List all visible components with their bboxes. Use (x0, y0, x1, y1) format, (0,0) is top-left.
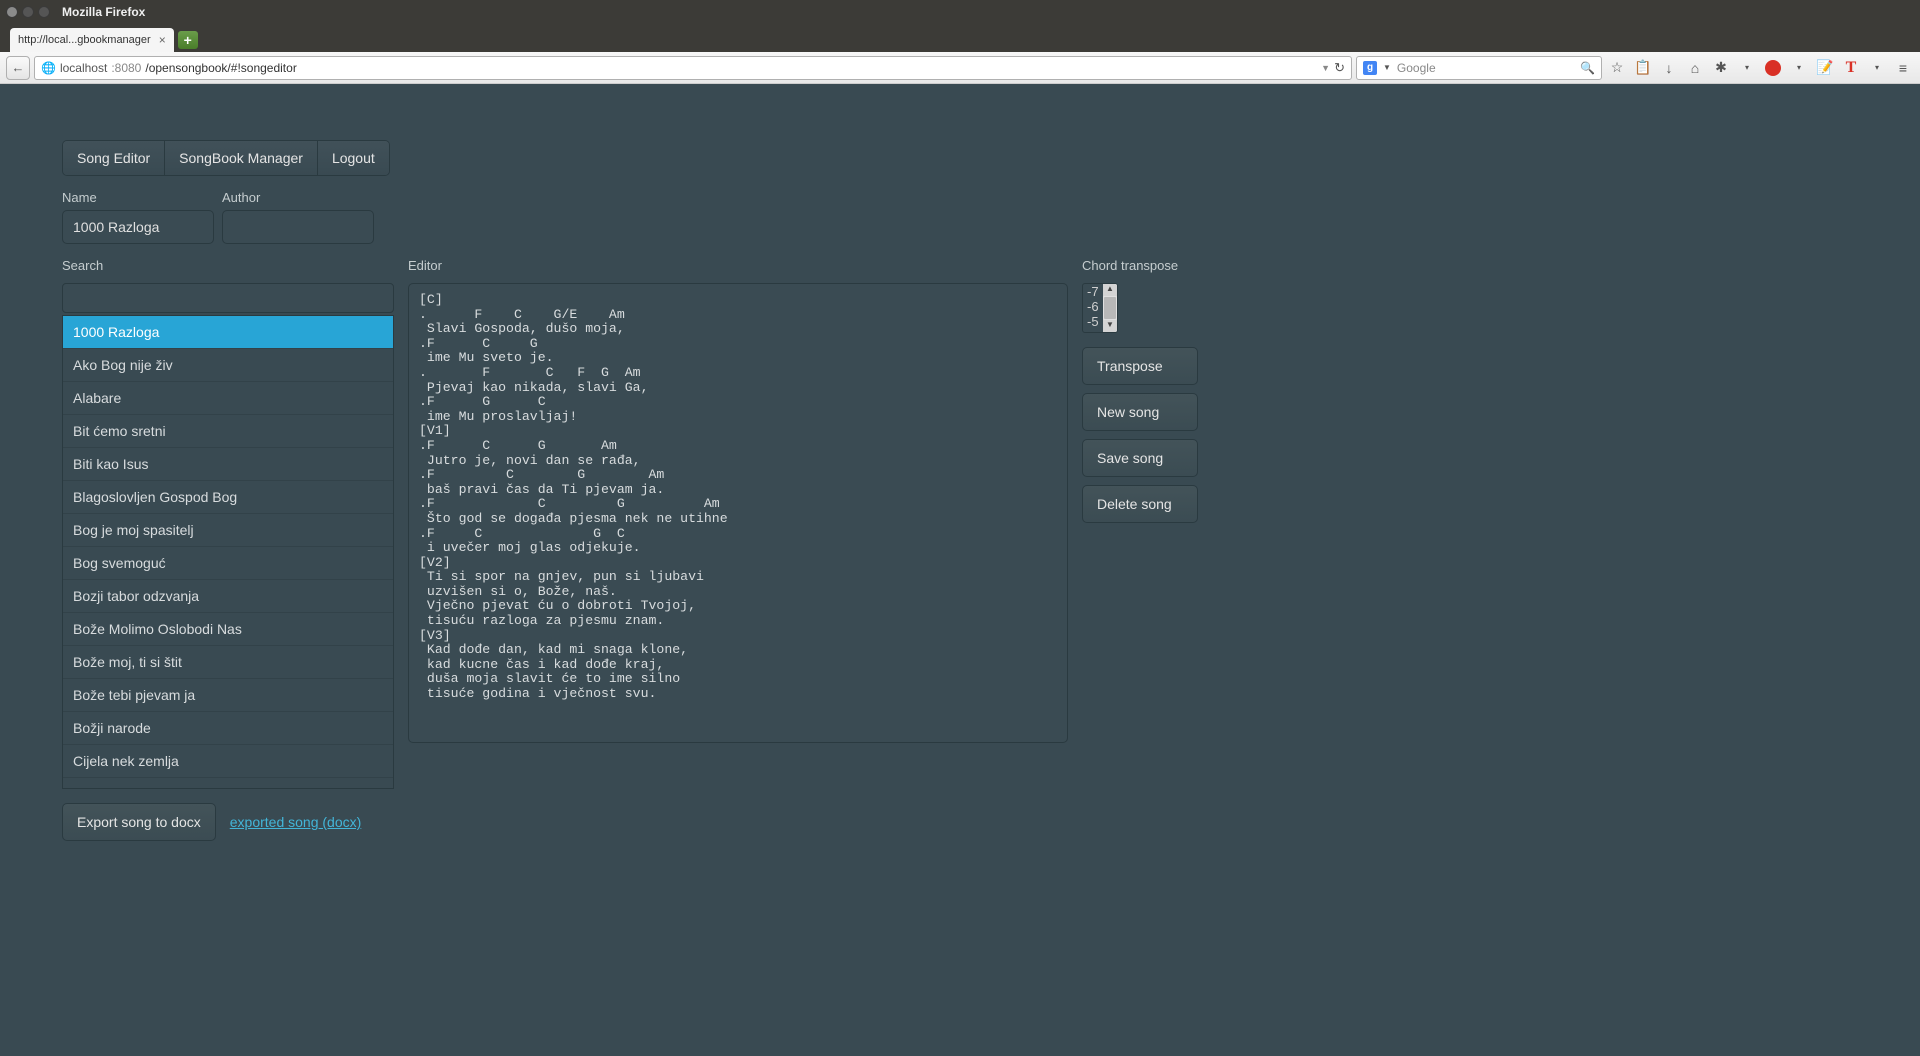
scroll-thumb[interactable] (1104, 297, 1116, 319)
save-song-button[interactable]: Save song (1082, 439, 1198, 477)
song-list-item[interactable]: Bože Molimo Oslobodi Nas (63, 613, 393, 646)
tab-logout[interactable]: Logout (317, 141, 389, 175)
addon-icon[interactable]: ✱ (1710, 57, 1732, 79)
tab-close-icon[interactable]: × (159, 33, 166, 47)
song-list-item[interactable]: Ako Bog nije živ (63, 349, 393, 382)
song-list-item[interactable]: Cijela zemlja (63, 778, 393, 789)
song-list-item[interactable]: Bog je moj spasitelj (63, 514, 393, 547)
window-title: Mozilla Firefox (62, 5, 145, 19)
search-placeholder: Google (1397, 61, 1436, 75)
url-path: /opensongbook/#!songeditor (145, 61, 296, 75)
downloads-icon[interactable]: ↓ (1658, 57, 1680, 79)
name-input[interactable] (62, 210, 214, 244)
eff-icon[interactable] (1762, 57, 1784, 79)
song-list-item[interactable]: Cijela nek zemlja (63, 745, 393, 778)
song-list-item[interactable]: 1000 Razloga (63, 316, 393, 349)
new-tab-button[interactable]: + (178, 31, 198, 49)
transpose-label: Chord transpose (1082, 258, 1198, 273)
tab-label: http://local...gbookmanager (18, 34, 151, 46)
transpose-option[interactable]: -6 (1087, 299, 1103, 314)
url-input[interactable]: 🌐 localhost :8080/opensongbook/#!songedit… (34, 56, 1352, 80)
home-icon[interactable]: ⌂ (1684, 57, 1706, 79)
reload-icon[interactable]: ↻ (1334, 60, 1345, 76)
search-icon[interactable]: 🔍 (1580, 61, 1595, 75)
song-list-item[interactable]: Bog svemoguć (63, 547, 393, 580)
url-port: :8080 (111, 61, 141, 75)
song-list-item[interactable]: Bozji tabor odzvanja (63, 580, 393, 613)
window-close-button[interactable] (6, 6, 18, 18)
search-engine-icon: g (1363, 61, 1377, 75)
transpose-scrollbar[interactable]: ▲ ▼ (1103, 284, 1117, 332)
song-list-item[interactable]: Bit ćemo sretni (63, 415, 393, 448)
song-list-item[interactable]: Bože moj, ti si štit (63, 646, 393, 679)
search-engine-dropdown-icon[interactable]: ▼ (1383, 63, 1391, 72)
new-song-button[interactable]: New song (1082, 393, 1198, 431)
url-dropdown-icon[interactable]: ▼ (1321, 63, 1330, 73)
back-button[interactable]: ← (6, 56, 30, 80)
globe-icon: 🌐 (41, 61, 56, 75)
song-list-item[interactable]: Biti kao Isus (63, 448, 393, 481)
transpose-option[interactable]: -5 (1087, 314, 1103, 329)
song-list-item[interactable]: Božji narode (63, 712, 393, 745)
app-toolbar: Song Editor SongBook Manager Logout (62, 140, 390, 176)
toggle-t-dropdown-icon[interactable]: ▾ (1866, 57, 1888, 79)
search-label: Search (62, 258, 394, 273)
scroll-up-icon[interactable]: ▲ (1103, 284, 1117, 296)
song-list[interactable]: 1000 RazlogaAko Bog nije živAlabareBit ć… (62, 315, 394, 789)
editor-label: Editor (408, 258, 1068, 273)
tab-song-editor[interactable]: Song Editor (63, 141, 164, 175)
transpose-button[interactable]: Transpose (1082, 347, 1198, 385)
author-label: Author (222, 190, 374, 205)
editor-textarea[interactable] (408, 283, 1068, 743)
window-minimize-button[interactable] (22, 6, 34, 18)
url-host: localhost (60, 61, 107, 75)
toggle-t-icon[interactable]: T (1840, 57, 1862, 79)
song-list-item[interactable]: Blagoslovljen Gospod Bog (63, 481, 393, 514)
clipboard-icon[interactable]: 📋 (1632, 57, 1654, 79)
browser-search-input[interactable]: g ▼ Google 🔍 (1356, 56, 1602, 80)
browser-toolbar: ← 🌐 localhost :8080/opensongbook/#!songed… (0, 52, 1920, 84)
tab-songbook-manager[interactable]: SongBook Manager (164, 141, 317, 175)
window-maximize-button[interactable] (38, 6, 50, 18)
browser-tabbar: http://local...gbookmanager × + (0, 24, 1920, 52)
bookmark-star-icon[interactable]: ☆ (1606, 57, 1628, 79)
browser-tab[interactable]: http://local...gbookmanager × (10, 28, 174, 52)
song-list-item[interactable]: Bože tebi pjevam ja (63, 679, 393, 712)
addon-dropdown-icon[interactable]: ▾ (1736, 57, 1758, 79)
window-titlebar: Mozilla Firefox (0, 0, 1920, 24)
eff-dropdown-icon[interactable]: ▾ (1788, 57, 1810, 79)
author-input[interactable] (222, 210, 374, 244)
transpose-select[interactable]: -7-6-5 ▲ ▼ (1082, 283, 1118, 333)
exported-song-link[interactable]: exported song (docx) (230, 814, 362, 830)
song-list-item[interactable]: Alabare (63, 382, 393, 415)
delete-song-button[interactable]: Delete song (1082, 485, 1198, 523)
scroll-down-icon[interactable]: ▼ (1103, 320, 1117, 332)
hamburger-menu-icon[interactable]: ≡ (1892, 57, 1914, 79)
search-input[interactable] (62, 283, 394, 313)
note-icon[interactable]: 📝 (1814, 57, 1836, 79)
transpose-option[interactable]: -7 (1087, 284, 1103, 299)
app-content: Song Editor SongBook Manager Logout Name… (0, 84, 1920, 897)
export-docx-button[interactable]: Export song to docx (62, 803, 216, 841)
name-label: Name (62, 190, 214, 205)
